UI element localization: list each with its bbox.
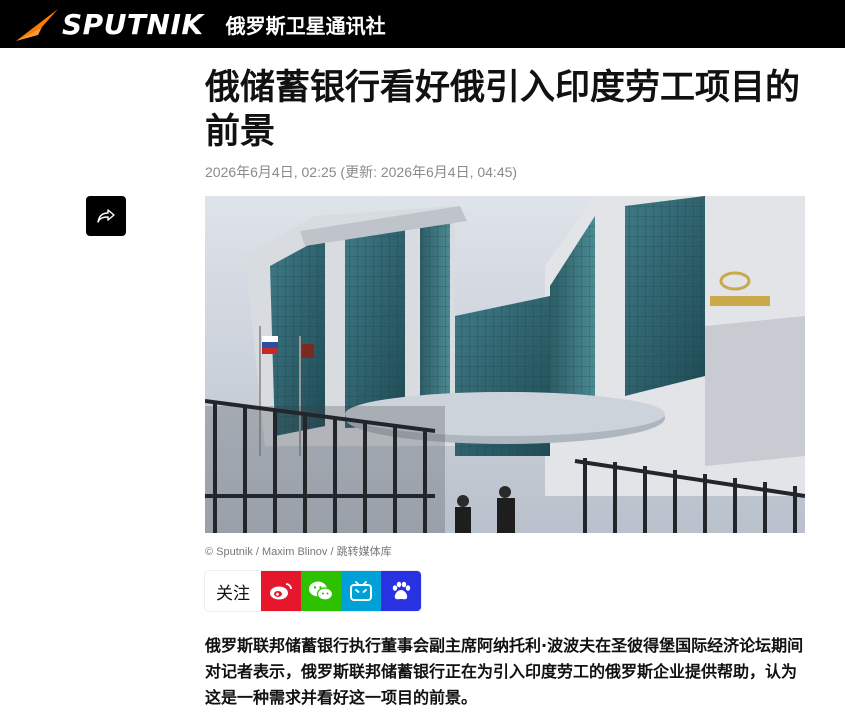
bilibili-icon [350, 581, 372, 601]
sputnik-logo-icon [16, 9, 58, 41]
baidu-icon [392, 581, 411, 600]
social-follow-bar: 关注 [205, 571, 421, 611]
site-header: SPUTNIK 俄罗斯卫星通讯社 [0, 0, 845, 48]
sputnik-logo[interactable]: SPUTNIK [14, 5, 204, 43]
baidu-button[interactable] [381, 571, 421, 611]
wechat-button[interactable] [301, 571, 341, 611]
share-button[interactable] [86, 196, 126, 236]
share-icon [97, 209, 115, 223]
article-lead: 俄罗斯联邦储蓄银行执行董事会副主席阿纳托利·波波夫在圣彼得堡国际经济论坛期间对记… [205, 636, 804, 707]
article-title: 俄储蓄银行看好俄引入印度劳工项目的前景 [205, 68, 801, 152]
bilibili-button[interactable] [341, 571, 381, 611]
site-tagline: 俄罗斯卫星通讯社 [225, 13, 386, 38]
article-timestamp: 2026年6月4日, 02:25 (更新: 2026年6月4日, 04:45) [205, 164, 518, 180]
weibo-icon [270, 583, 292, 600]
weibo-button[interactable] [261, 571, 301, 611]
follow-label: 关注 [205, 571, 261, 611]
article-photo [205, 196, 805, 533]
logo-text: SPUTNIK [62, 7, 204, 41]
photo-credit[interactable]: © Sputnik / Maxim Blinov / 跳转媒体库 [205, 543, 392, 559]
wechat-icon [309, 581, 334, 601]
sberbank-building-photo [205, 196, 805, 533]
